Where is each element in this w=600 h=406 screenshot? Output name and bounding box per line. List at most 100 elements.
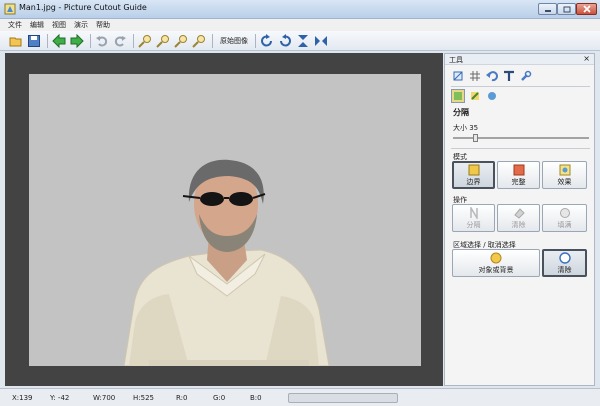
- mode-complete-label: 完整: [511, 177, 526, 186]
- layers-icon: [488, 92, 496, 100]
- restore-tool-button[interactable]: [485, 69, 499, 83]
- undo-icon: [96, 35, 108, 46]
- zoom-fit-icon: [174, 34, 187, 48]
- panel-divider: [451, 148, 590, 149]
- minimize-button[interactable]: [538, 3, 557, 15]
- status-w: W:700: [93, 394, 116, 402]
- status-progress-bar: [288, 393, 398, 403]
- object-or-background-button[interactable]: 对象或背景: [452, 249, 540, 277]
- op-clear-label: 清除: [511, 220, 526, 229]
- text-icon: [504, 70, 514, 81]
- panel-header: 工具 ×: [445, 54, 594, 65]
- object-or-background-label: 对象或背景: [478, 265, 514, 274]
- mode-border-button[interactable]: 边界: [452, 161, 495, 189]
- text-tool-button[interactable]: [502, 69, 516, 83]
- window-title: Man1.jpg - Picture Cutout Guide: [19, 3, 147, 12]
- mode-effect-label: 效果: [557, 177, 572, 186]
- zoom-in-icon: [138, 34, 151, 48]
- cutout-photo: [123, 159, 330, 366]
- op-separate-label: 分隔: [466, 220, 481, 229]
- rotate-left-button[interactable]: [277, 33, 293, 49]
- back-button[interactable]: [51, 33, 67, 49]
- image-canvas[interactable]: [29, 74, 421, 366]
- op-fill-button[interactable]: 填满: [542, 204, 587, 232]
- status-r: R:0: [176, 394, 188, 402]
- redo-button[interactable]: [112, 33, 128, 49]
- forward-button[interactable]: [69, 33, 85, 49]
- mode-complete-button[interactable]: 完整: [497, 161, 540, 189]
- size-slider[interactable]: [453, 134, 589, 142]
- flip-horizontal-button[interactable]: [313, 33, 329, 49]
- border-mode-icon: [468, 164, 479, 175]
- wrench-icon: [521, 70, 532, 81]
- menu-demo[interactable]: 演示: [74, 20, 88, 30]
- region-clear-button[interactable]: 清除: [542, 249, 587, 277]
- grid-tool-button[interactable]: [468, 69, 482, 83]
- close-button[interactable]: [576, 3, 597, 15]
- separate-tool-icon: [454, 92, 462, 100]
- canvas-area[interactable]: [5, 53, 443, 386]
- toolbar-separator: [212, 33, 213, 48]
- brush-tool-button[interactable]: [468, 89, 482, 103]
- zoom-in-button[interactable]: [137, 33, 153, 49]
- rotate-right-button[interactable]: [259, 33, 275, 49]
- section-title: 分隔: [453, 108, 469, 117]
- arrow-right-icon: [70, 33, 84, 48]
- mode-effect-button[interactable]: 效果: [542, 161, 587, 189]
- original-image-button[interactable]: 原始图像: [216, 36, 252, 46]
- maximize-button[interactable]: [557, 3, 576, 15]
- menu-edit[interactable]: 编辑: [30, 20, 44, 30]
- status-g: G:0: [213, 394, 226, 402]
- op-clear-button[interactable]: 清除: [497, 204, 540, 232]
- maximize-icon: [563, 6, 570, 12]
- undo-arrow-icon: [486, 71, 498, 82]
- wrench-tool-button[interactable]: [519, 69, 533, 83]
- open-button[interactable]: [8, 33, 24, 49]
- panel-close-icon[interactable]: ×: [583, 54, 590, 63]
- slider-thumb[interactable]: [473, 134, 478, 142]
- rotate-left-icon: [280, 33, 291, 46]
- toolbar-separator: [90, 33, 91, 48]
- zoom-out-button[interactable]: [155, 33, 171, 49]
- complete-mode-icon: [513, 164, 524, 175]
- save-icon: [28, 34, 40, 47]
- title-bar: Man1.jpg - Picture Cutout Guide: [0, 0, 600, 19]
- minimize-icon: [544, 10, 551, 12]
- op-fill-label: 填满: [557, 220, 572, 229]
- toolbar-separator: [255, 33, 256, 48]
- menu-view[interactable]: 视图: [52, 20, 66, 30]
- menu-bar: 文件 编辑 视图 演示 帮助: [0, 19, 600, 31]
- arrow-left-icon: [52, 33, 66, 48]
- region-clear-label: 清除: [557, 265, 572, 274]
- undo-button[interactable]: [94, 33, 110, 49]
- flip-horizontal-icon: [315, 35, 327, 46]
- op-separate-button[interactable]: 分隔: [452, 204, 495, 232]
- zoom-actual-button[interactable]: [191, 33, 207, 49]
- object-background-icon: [490, 252, 502, 263]
- save-button[interactable]: [26, 33, 42, 49]
- flip-vertical-button[interactable]: [295, 33, 311, 49]
- status-y: Y: -42: [50, 394, 70, 402]
- crop-icon: [453, 71, 463, 81]
- app-icon: [4, 3, 16, 15]
- separate-tool-button[interactable]: [451, 89, 465, 103]
- zoom-fit-button[interactable]: [173, 33, 189, 49]
- toolbar-separator: [133, 33, 134, 48]
- eraser-icon: [513, 207, 525, 219]
- panel-title: 工具: [449, 56, 463, 64]
- layers-tool-button[interactable]: [485, 89, 499, 103]
- separate-op-icon: [469, 206, 478, 219]
- folder-open-icon: [9, 37, 22, 46]
- redo-icon: [114, 35, 126, 46]
- crop-tool-button[interactable]: [451, 69, 465, 83]
- toolbar-separator: [47, 33, 48, 48]
- panel-divider: [451, 86, 590, 87]
- status-x: X:139: [12, 394, 33, 402]
- rotate-right-icon: [261, 33, 272, 46]
- fill-icon: [559, 207, 570, 218]
- grid-icon: [470, 71, 480, 81]
- brush-tool-icon: [471, 92, 479, 100]
- menu-help[interactable]: 帮助: [96, 20, 110, 30]
- zoom-out-icon: [156, 34, 169, 48]
- menu-file[interactable]: 文件: [8, 20, 22, 30]
